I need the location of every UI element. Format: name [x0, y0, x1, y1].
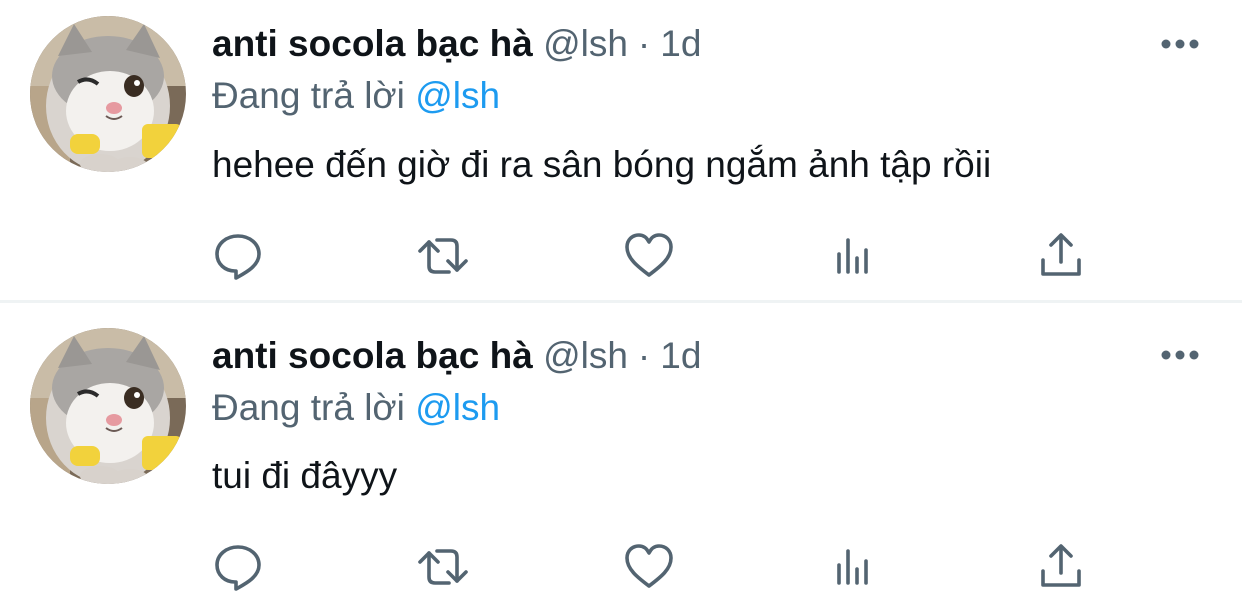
avatar[interactable]	[30, 328, 186, 484]
more-icon	[1161, 39, 1199, 49]
replying-to: Đang trả lời @lsh	[212, 74, 500, 118]
separator-dot: ·	[637, 23, 651, 64]
retweet-button[interactable]	[415, 539, 471, 595]
heart-icon	[625, 233, 673, 277]
display-name[interactable]: anti socola bạc hà	[212, 335, 533, 376]
heart-icon	[625, 544, 673, 588]
avatar[interactable]	[30, 16, 186, 172]
more-options-button[interactable]	[1156, 32, 1204, 56]
retweet-icon	[418, 238, 468, 274]
views-button[interactable]	[827, 228, 883, 284]
separator-dot: ·	[637, 335, 651, 376]
more-options-button[interactable]	[1156, 343, 1204, 367]
user-handle[interactable]: @lsh	[543, 335, 628, 376]
replying-to-label: Đang trả lời	[212, 387, 405, 428]
tweet[interactable]: anti socola bạc hà @lsh · 1d Đang trả lời …	[0, 303, 1242, 610]
replying-to-mention[interactable]: @lsh	[415, 387, 500, 428]
replying-to: Đang trả lời @lsh	[212, 386, 500, 430]
display-name[interactable]: anti socola bạc hà	[212, 23, 533, 64]
retweet-button[interactable]	[415, 228, 471, 284]
share-button[interactable]	[1033, 228, 1089, 284]
views-icon	[837, 549, 868, 585]
reply-button[interactable]	[210, 539, 266, 595]
views-icon	[837, 238, 868, 274]
replying-to-mention[interactable]: @lsh	[415, 75, 500, 116]
retweet-icon	[418, 549, 468, 585]
tweet-header: anti socola bạc hà @lsh · 1d	[212, 22, 701, 66]
user-handle[interactable]: @lsh	[543, 23, 628, 64]
like-button[interactable]	[621, 228, 677, 284]
tweet-actions	[0, 539, 1242, 595]
tweet[interactable]: anti socola bạc hà @lsh · 1d Đang trả lời …	[0, 0, 1242, 302]
tweet-actions	[0, 228, 1242, 284]
reply-button[interactable]	[210, 228, 266, 284]
reply-icon	[215, 545, 261, 591]
share-button[interactable]	[1033, 539, 1089, 595]
views-button[interactable]	[827, 539, 883, 595]
tweet-text: hehee đến giờ đi ra sân bóng ngắm ảnh tậ…	[212, 144, 992, 185]
more-icon	[1161, 350, 1199, 360]
like-button[interactable]	[621, 539, 677, 595]
share-icon	[1041, 233, 1081, 276]
replying-to-label: Đang trả lời	[212, 75, 405, 116]
timestamp[interactable]: 1d	[660, 335, 701, 376]
tweet-text: tui đi đâyyy	[212, 455, 398, 496]
reply-icon	[215, 234, 261, 280]
tweet-header: anti socola bạc hà @lsh · 1d	[212, 334, 701, 378]
share-icon	[1041, 544, 1081, 587]
timestamp[interactable]: 1d	[660, 23, 701, 64]
